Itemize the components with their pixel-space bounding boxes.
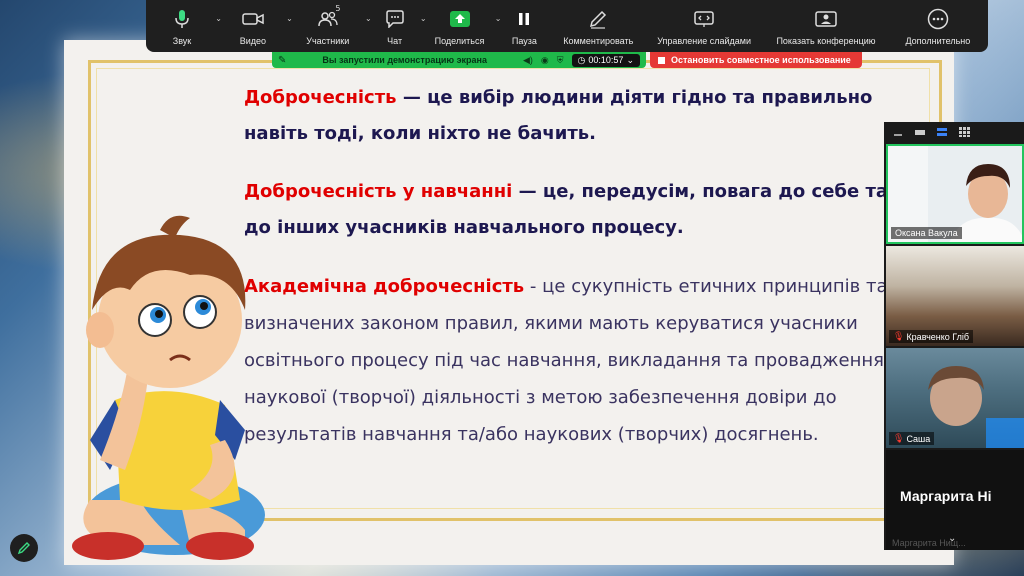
chat-label: Чат bbox=[387, 36, 403, 46]
show-meeting-button[interactable]: Показать конференцию bbox=[771, 0, 881, 52]
pause-button[interactable]: Пауза bbox=[504, 0, 544, 52]
definition-paragraph-2: Доброчесність у навчанні — це, передусім… bbox=[244, 174, 894, 246]
stop-icon bbox=[658, 56, 665, 64]
definition-text-3: це сукупність етичних принципів та визна… bbox=[244, 276, 888, 445]
mic-muted-icon: 🎙︎ bbox=[893, 433, 905, 443]
clock-icon: ◷ bbox=[577, 54, 586, 65]
stop-share-button[interactable]: Остановить совместное использование bbox=[650, 52, 862, 68]
participant-name: Саша bbox=[906, 433, 931, 444]
participant-name: Оксана Вакула bbox=[891, 227, 962, 239]
more-label: Дополнительно bbox=[905, 36, 971, 46]
panel-view-controls bbox=[884, 122, 1024, 142]
participants-count: 5 bbox=[335, 4, 341, 13]
share-label: Поделиться bbox=[434, 36, 485, 46]
more-button[interactable]: Дополнительно bbox=[896, 0, 980, 52]
stop-share-label: Остановить совместное использование bbox=[671, 55, 851, 65]
microphone-icon bbox=[175, 10, 189, 28]
audio-caret[interactable]: ⌄ bbox=[215, 14, 222, 23]
status-dot-icon: ◉ bbox=[540, 54, 549, 65]
participants-label: Участники bbox=[306, 36, 350, 46]
audio-share-icon[interactable]: ◀) bbox=[523, 55, 533, 66]
chevron-down-icon[interactable]: ⌄ bbox=[948, 533, 956, 544]
term-integrity: Доброчесність bbox=[244, 87, 397, 108]
single-view-icon[interactable] bbox=[914, 127, 926, 137]
participant-tile-3[interactable]: 🎙︎ Саша bbox=[886, 348, 1024, 448]
participant-name-row: 🎙︎ Саша bbox=[889, 432, 935, 445]
show-meeting-label: Показать конференцию bbox=[776, 36, 876, 46]
audio-label: Звук bbox=[172, 36, 192, 46]
chevron-down-icon: ⌄ bbox=[626, 54, 634, 65]
chat-icon bbox=[385, 10, 404, 28]
minimize-icon[interactable] bbox=[892, 127, 904, 137]
annotate-label: Комментировать bbox=[563, 36, 634, 46]
separator: - bbox=[524, 276, 543, 297]
participant-name-large: Маргарита Ні bbox=[900, 488, 992, 504]
chat-button[interactable]: ⌄ Чат bbox=[375, 0, 427, 52]
pin-icon[interactable]: ✎ bbox=[278, 55, 286, 66]
participant-name-row: 🎙︎ Кравченко Гліб bbox=[889, 330, 974, 343]
share-status-icons: ◀) ◉ ⛨ bbox=[523, 55, 564, 66]
audio-button[interactable]: ⌄ Звук bbox=[154, 0, 222, 52]
separator: — bbox=[396, 87, 428, 108]
slides-control-label: Управление слайдами bbox=[657, 36, 752, 46]
share-status-text: Вы запустили демонстрацию экрана bbox=[322, 55, 487, 65]
video-caret[interactable]: ⌄ bbox=[286, 14, 293, 23]
stacked-view-icon[interactable] bbox=[936, 127, 948, 137]
slide-content: Доброчесність — це вибір людини діяти гі… bbox=[244, 80, 894, 453]
annotate-button[interactable]: Комментировать bbox=[559, 0, 637, 52]
grid-view-icon[interactable] bbox=[958, 127, 970, 137]
more-icon bbox=[927, 8, 949, 30]
annotate-floating-button[interactable] bbox=[10, 534, 38, 562]
term-integrity-in-learning: Доброчесність у навчанні bbox=[244, 181, 513, 202]
slides-control-button[interactable]: Управление слайдами bbox=[652, 0, 756, 52]
slides-control-icon bbox=[694, 11, 714, 27]
participant-tile-2[interactable]: 🎙︎ Кравченко Гліб bbox=[886, 246, 1024, 346]
thinking-boy-illustration bbox=[72, 215, 265, 560]
shield-icon: ⛨ bbox=[556, 54, 564, 65]
participant-tile-4[interactable]: Маргарита Ні Маргарита Нищ... ⌄ bbox=[886, 450, 1024, 550]
mic-muted-icon: 🎙︎ bbox=[893, 331, 905, 341]
separator: — bbox=[512, 181, 543, 202]
participants-button[interactable]: 5 ⌄ Участники bbox=[296, 0, 372, 52]
pause-label: Пауза bbox=[511, 36, 537, 46]
share-timer[interactable]: ◷ 00:10:57 ⌄ bbox=[571, 53, 640, 67]
timer-value: 00:10:57 bbox=[588, 55, 624, 65]
share-caret[interactable]: ⌄ bbox=[495, 14, 502, 23]
share-screen-button[interactable]: ⌄ Поделиться bbox=[430, 0, 502, 52]
definition-paragraph-3: Академічна доброчесність - це сукупність… bbox=[244, 268, 894, 453]
video-camera-icon bbox=[242, 13, 264, 25]
participants-video-panel: Оксана Вакула 🎙︎ Кравченко Гліб 🎙︎ Саша … bbox=[884, 122, 1024, 550]
definition-paragraph-1: Доброчесність — це вибір людини діяти гі… bbox=[244, 80, 894, 152]
participants-caret[interactable]: ⌄ bbox=[365, 14, 372, 23]
participant-tile-1[interactable]: Оксана Вакула bbox=[886, 144, 1024, 244]
share-screen-icon bbox=[449, 11, 470, 27]
meeting-toolbar: ⌄ Звук ⌄ Видео 5 ⌄ Участники ⌄ Чат ⌄ Под… bbox=[146, 0, 988, 52]
pencil-icon bbox=[590, 10, 607, 29]
pencil-icon bbox=[17, 542, 30, 555]
show-meeting-icon bbox=[815, 11, 837, 27]
participant-name: Кравченко Гліб bbox=[906, 331, 970, 342]
video-label: Видео bbox=[239, 36, 267, 46]
chat-caret[interactable]: ⌄ bbox=[420, 14, 427, 23]
term-academic-integrity: Академічна доброчесність bbox=[244, 276, 525, 297]
participants-icon bbox=[318, 11, 338, 27]
screen-share-banner: ✎ Вы запустили демонстрацию экрана ◀) ◉ … bbox=[272, 52, 646, 68]
video-button[interactable]: ⌄ Видео bbox=[225, 0, 293, 52]
pause-icon bbox=[519, 13, 530, 25]
